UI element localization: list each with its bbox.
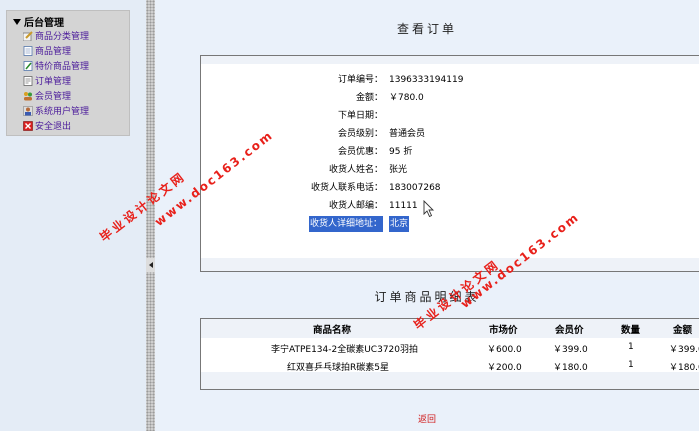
order-field-row: 会员级别： 普通会员: [201, 126, 699, 142]
detail-title: 订单商品明细表: [374, 290, 480, 304]
arrow-left-icon: [148, 262, 153, 268]
field-value: 1396333194119: [389, 75, 464, 85]
admin-menu: 后台管理 商品分类管理 商品管理 特价商品管理 订单管理 会员管理 系统用户管理: [6, 10, 130, 136]
table-cell: 1: [628, 342, 634, 352]
sidebar-item-members[interactable]: 会员管理: [23, 89, 71, 102]
exit-icon: [23, 120, 33, 131]
edit-pencil-icon: [23, 30, 33, 41]
order-field-row: 金额： ￥780.0: [201, 90, 699, 106]
triangle-down-icon: [13, 18, 21, 25]
table-cell: ￥200.0: [487, 363, 522, 373]
order-field-row: 收货人姓名： 张光: [201, 162, 699, 178]
order-field-row-selected: 收货人详细地址： 北京: [201, 216, 699, 232]
page-title: 查看订单: [396, 22, 457, 36]
field-label: 收货人联系电话：: [310, 183, 383, 193]
table-cell: 1: [628, 360, 634, 370]
field-value: ￥780.0: [389, 93, 424, 103]
table-cell: ￥399.0: [553, 345, 588, 355]
col-header-member-price: 会员价: [555, 325, 584, 336]
sidebar-item-logout[interactable]: 安全退出: [23, 119, 71, 132]
back-link[interactable]: 返回: [155, 412, 699, 425]
mouse-cursor-icon: [423, 200, 435, 218]
col-header-amount: 金额: [673, 325, 693, 336]
field-label: 金额：: [355, 93, 383, 103]
sidebar-item-label: 安全退出: [35, 122, 72, 132]
field-label: 收货人邮编：: [328, 201, 383, 211]
frame-splitter[interactable]: [146, 0, 155, 431]
sidebar-item-special[interactable]: 特价商品管理: [23, 59, 89, 72]
order-field-row: 收货人邮编： 11111: [201, 198, 699, 214]
order-field-row: 收货人联系电话： 183007268: [201, 180, 699, 196]
col-header-market-price: 市场价: [489, 325, 518, 336]
sidebar-item-label: 订单管理: [35, 77, 72, 87]
field-label: 会员优惠：: [337, 147, 383, 157]
main-content: 查看订单 订单编号： 1396333194119 金额： ￥780.0 下单日期…: [155, 0, 699, 431]
sidebar-item-orders[interactable]: 订单管理: [23, 74, 71, 87]
sidebar-item-label: 特价商品管理: [35, 62, 90, 72]
order-info-panel: 订单编号： 1396333194119 金额： ￥780.0 下单日期： 会员级…: [200, 55, 699, 272]
table-cell: ￥180.0: [669, 363, 699, 373]
menu-title-label: 后台管理: [24, 18, 64, 29]
field-value: 普通会员: [389, 129, 426, 139]
sidebar-item-label: 商品管理: [35, 47, 72, 57]
user-icon: [23, 105, 33, 116]
order-field-row: 下单日期：: [201, 108, 699, 124]
sidebar: 后台管理 商品分类管理 商品管理 特价商品管理 订单管理 会员管理 系统用户管理: [0, 0, 146, 431]
field-label: 下单日期：: [337, 111, 383, 121]
sidebar-item-label: 会员管理: [35, 92, 72, 102]
field-label: 会员级别：: [337, 129, 383, 139]
field-value: 北京: [389, 216, 410, 232]
document-edit-icon: [23, 60, 33, 71]
field-value: 11111: [389, 201, 418, 211]
members-icon: [24, 91, 32, 100]
order-info-body: 订单编号： 1396333194119 金额： ￥780.0 下单日期： 会员级…: [201, 64, 699, 258]
sidebar-item-category[interactable]: 商品分类管理: [23, 29, 89, 42]
order-field-row: 订单编号： 1396333194119: [201, 72, 699, 88]
table-cell: ￥180.0: [553, 363, 588, 373]
field-value: 95 折: [389, 147, 413, 157]
table-cell: 李宁ATPE134-2全碳素UC3720羽拍: [271, 345, 418, 355]
field-value: 张光: [389, 165, 408, 175]
field-label: 收货人姓名：: [328, 165, 383, 175]
sidebar-item-sysusers[interactable]: 系统用户管理: [23, 104, 89, 117]
menu-toggle[interactable]: 后台管理: [13, 14, 64, 29]
field-value: 183007268: [389, 183, 441, 193]
sidebar-item-products[interactable]: 商品管理: [23, 44, 71, 57]
collapse-sidebar-button[interactable]: [146, 258, 155, 272]
order-field-row: 会员优惠： 95 折: [201, 144, 699, 160]
document-icon: [23, 45, 33, 56]
field-label: 收货人详细地址：: [308, 216, 383, 232]
table-cell: 红双喜乒乓球拍R碳素5星: [287, 363, 389, 373]
table-cell: ￥600.0: [487, 345, 522, 355]
sidebar-item-label: 系统用户管理: [35, 107, 90, 117]
col-header-name: 商品名称: [313, 325, 352, 336]
document-list-icon: [23, 75, 33, 86]
field-label: 订单编号：: [337, 75, 383, 85]
table-cell: ￥399.0: [669, 345, 699, 355]
order-items-table: 商品名称 市场价 会员价 数量 金额 李宁ATPE134-2全碳素UC3720羽…: [200, 318, 699, 390]
col-header-quantity: 数量: [621, 325, 641, 336]
sidebar-item-label: 商品分类管理: [35, 32, 90, 42]
